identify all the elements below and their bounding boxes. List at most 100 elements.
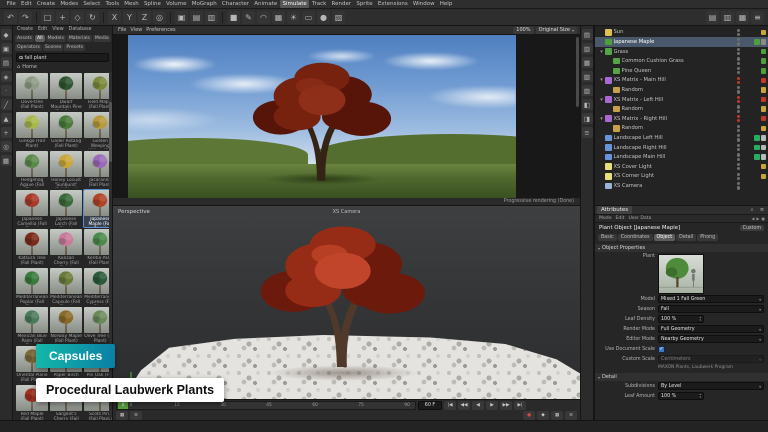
menu-animate[interactable]: Animate: [252, 0, 280, 8]
visibility-dot[interactable]: [737, 38, 740, 41]
keyframe-button[interactable]: ◆: [537, 411, 549, 420]
asset-item-japanese-maple-fall-plant[interactable]: Japanese Maple (Fall Plant): [84, 190, 112, 227]
perspective-viewport[interactable]: Perspective XS Camera: [113, 206, 580, 399]
expand-icon[interactable]: ▾: [598, 77, 605, 83]
visibility-dot[interactable]: [737, 33, 740, 36]
asset-item-honey-locust-sunburst-fall-plant[interactable]: Honey Locust 'Sunburst' (Fall Plant): [50, 151, 82, 188]
object-row-xs-matrix-main-hill[interactable]: ▾XS Matrix - Main Hill: [595, 76, 768, 86]
asset-filter-models[interactable]: Models: [46, 35, 66, 42]
attribute-tab-detail[interactable]: Detail: [676, 234, 696, 241]
object-row-common-cushion-grass[interactable]: Common Cushion Grass: [595, 56, 768, 66]
menu-volume[interactable]: Volume: [163, 0, 189, 8]
menu-character[interactable]: Character: [219, 0, 251, 8]
select-custom-scale[interactable]: Centimeters▾: [658, 355, 764, 363]
checkbox-use-document-scale[interactable]: ✓: [658, 346, 665, 353]
y-axis-lock-icon[interactable]: Y: [123, 11, 136, 24]
tag-icon[interactable]: [761, 58, 767, 64]
snap-icon[interactable]: ◎: [1, 141, 12, 152]
object-row-xs-corner-light[interactable]: XS Corner Light: [595, 172, 768, 182]
asset-item-dove-tree-fall-plant[interactable]: Dove-tree (Fall Plant): [16, 73, 48, 110]
menu-mograph[interactable]: MoGraph: [189, 0, 219, 8]
scene-nodes-icon[interactable]: ▨: [582, 85, 593, 96]
texture-mode-icon[interactable]: ▤: [1, 57, 12, 68]
visibility-dot[interactable]: [737, 96, 740, 99]
tag-icon[interactable]: [761, 97, 767, 103]
primitive-cube-icon[interactable]: ■: [227, 11, 240, 24]
object-row-random[interactable]: Random: [595, 85, 768, 95]
attributes-panel-tab[interactable]: Attributes: [597, 206, 632, 214]
x-axis-lock-icon[interactable]: X: [108, 11, 121, 24]
layers-icon[interactable]: ◨: [582, 113, 593, 124]
asset-filter-all[interactable]: All: [35, 35, 45, 42]
visibility-dot[interactable]: [737, 158, 740, 161]
next-key-button[interactable]: ▶▶: [500, 401, 512, 410]
object-row-xs-matrix-right-hill[interactable]: ▾XS Matrix - Right Hill: [595, 114, 768, 124]
menu-edit[interactable]: Edit: [18, 0, 34, 8]
menu-tools[interactable]: Tools: [103, 0, 122, 8]
move-tool-icon[interactable]: +: [56, 11, 69, 24]
section-detail[interactable]: ▾Detail: [595, 373, 768, 381]
layout-standard-icon[interactable]: ▤: [706, 11, 719, 24]
asset-subtab-scenes[interactable]: Scenes: [43, 44, 63, 51]
layout-animate-icon[interactable]: ▥: [721, 11, 734, 24]
asset-menu-create[interactable]: Create: [15, 27, 35, 33]
select-model[interactable]: Mixed 1 Fall Green▾: [658, 295, 764, 303]
material-manager-icon[interactable]: ▥: [582, 43, 593, 54]
asset-item-hedgehog-agave-fall-plant[interactable]: Hedgehog Agave (Fall Plant): [16, 151, 48, 188]
field-leaf-density[interactable]: 100 %▴▾: [658, 315, 704, 323]
asset-browser-panel-icon[interactable]: ▧: [582, 71, 593, 82]
render-view-menu-file[interactable]: File: [116, 27, 128, 33]
render-view-menu-view[interactable]: View: [128, 27, 144, 33]
edges-mode-icon[interactable]: ╱: [1, 99, 12, 110]
menu-create[interactable]: Create: [34, 0, 57, 8]
layout-menu-icon[interactable]: ≡: [751, 11, 764, 24]
lock-icon[interactable]: ●: [762, 216, 766, 221]
workplane-mode-icon[interactable]: ◈: [1, 71, 12, 82]
goto-end-button[interactable]: ▶|: [514, 401, 526, 410]
tag-icon[interactable]: [761, 87, 767, 93]
asset-item-katsura-tree-fall-plant[interactable]: Katsura Tree (Fall Plant): [16, 229, 48, 266]
visibility-dot[interactable]: [737, 110, 740, 113]
asset-item-norway-maple-fall-plant[interactable]: Norway Maple (Fall Plant): [50, 307, 82, 344]
z-axis-lock-icon[interactable]: Z: [138, 11, 151, 24]
tag-icon[interactable]: [761, 126, 767, 132]
visibility-dot[interactable]: [737, 100, 740, 103]
asset-item-japanese-larch-fall-plant[interactable]: Japanese Larch (Fall Plant): [50, 190, 82, 227]
make-editable-icon[interactable]: ◆: [1, 29, 12, 40]
grid-icon[interactable]: ▦: [1, 155, 12, 166]
custom-button[interactable]: Custom: [740, 225, 764, 231]
attribute-tab-phong[interactable]: Phong: [697, 234, 718, 241]
visibility-dot[interactable]: [737, 148, 740, 151]
asset-item-kentia-palm-fall-plant[interactable]: Kentia Palm (Fall Plant): [84, 229, 112, 266]
render-settings-icon[interactable]: ▥: [205, 11, 218, 24]
menu-modes[interactable]: Modes: [58, 0, 81, 8]
redo-icon[interactable]: ↷: [19, 11, 32, 24]
visibility-dot[interactable]: [737, 182, 740, 185]
history-back-icon[interactable]: ◀: [751, 216, 754, 221]
menu-select[interactable]: Select: [81, 0, 103, 8]
asset-item-mexican-blue-palm-fall-plant[interactable]: Mexican Blue Palm (Fall Plant): [16, 307, 48, 344]
tag-icon[interactable]: [761, 106, 767, 112]
visibility-dot[interactable]: [737, 177, 740, 180]
attributes-menu-mode[interactable]: Mode: [598, 216, 613, 221]
asset-item-kanzan-cherry-fall-plant[interactable]: Kanzan Cherry (Fall Plant): [50, 229, 82, 266]
panel-menu-icon[interactable]: ≡: [582, 127, 593, 138]
pen-tool-icon[interactable]: ✎: [242, 11, 255, 24]
previous-frame-button[interactable]: ◀: [472, 401, 484, 410]
select-subdivisions[interactable]: By Level▾: [658, 382, 764, 390]
tag-icon[interactable]: [754, 135, 760, 141]
coordinate-system-icon[interactable]: ◎: [153, 11, 166, 24]
visibility-dot[interactable]: [737, 115, 740, 118]
fcurve-mode-icon[interactable]: ≡: [130, 411, 142, 420]
tag-icon[interactable]: [761, 135, 767, 141]
asset-item-olive-tree-fall-plant[interactable]: Olive Tree (Fall Plant): [84, 307, 112, 344]
visibility-dot[interactable]: [737, 186, 740, 189]
object-row-landscape-main-hill[interactable]: Landscape Main Hill: [595, 152, 768, 162]
polygons-mode-icon[interactable]: ▲: [1, 113, 12, 124]
points-mode-icon[interactable]: ·: [1, 85, 12, 96]
light-icon[interactable]: ☀: [287, 11, 300, 24]
asset-subtab-presets[interactable]: Presets: [64, 44, 85, 51]
previous-key-button[interactable]: ◀◀: [458, 401, 470, 410]
visibility-dot[interactable]: [737, 125, 740, 128]
menu-spline[interactable]: Spline: [141, 0, 163, 8]
